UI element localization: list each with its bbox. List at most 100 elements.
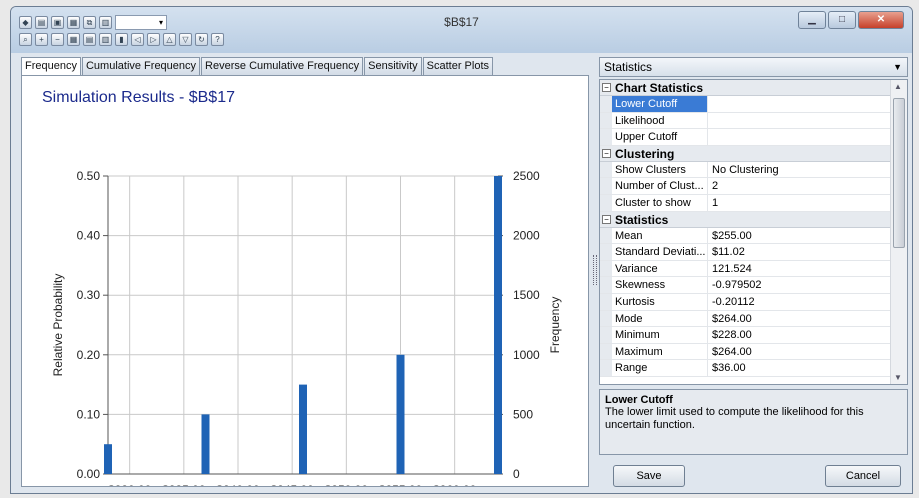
description-title: Lower Cutoff xyxy=(605,394,673,406)
property-row[interactable]: Minimum $228.00 xyxy=(600,327,890,344)
tab-sensitivity[interactable]: Sensitivity xyxy=(364,57,422,75)
property-value[interactable]: $264.00 xyxy=(708,344,752,360)
property-description: Lower Cutoff The lower limit used to com… xyxy=(599,389,908,455)
property-row[interactable]: Maximum $264.00 xyxy=(600,343,890,361)
tab-cumulative-frequency[interactable]: Cumulative Frequency xyxy=(81,57,201,75)
property-grid-scrollbar[interactable]: ▲ ▼ xyxy=(890,80,907,384)
row-gutter xyxy=(600,293,612,310)
row-gutter xyxy=(600,112,612,129)
collapse-icon[interactable]: − xyxy=(602,214,611,224)
columns-icon[interactable]: ▮ xyxy=(115,33,128,46)
statistics-header-label: Statistics xyxy=(604,60,653,74)
property-value[interactable]: $36.00 xyxy=(708,360,746,376)
property-name: Range xyxy=(612,360,708,376)
arrow-right-icon[interactable]: ▷ xyxy=(147,33,160,46)
help-icon[interactable]: ? xyxy=(211,33,224,46)
property-value[interactable]: -0.979502 xyxy=(708,277,762,293)
row-gutter xyxy=(600,244,612,260)
rotate-icon[interactable]: ↻ xyxy=(195,33,208,46)
arrow-down-icon[interactable]: ▽ xyxy=(179,33,192,46)
property-value[interactable] xyxy=(708,129,712,145)
x-tick-label: $260.00 xyxy=(433,483,477,486)
zoom-out-icon[interactable]: − xyxy=(51,33,64,46)
property-row[interactable]: Range $36.00 xyxy=(600,360,890,377)
y2-tick-label: 2500 xyxy=(513,169,540,183)
y-tick-label: 0.40 xyxy=(77,229,101,243)
table-icon[interactable]: ▤ xyxy=(83,33,96,46)
close-button[interactable]: ✕ xyxy=(858,11,904,29)
collapse-icon[interactable]: − xyxy=(602,83,611,92)
y2-tick-label: 1500 xyxy=(513,288,540,302)
tab-scatter-plots[interactable]: Scatter Plots xyxy=(422,57,494,75)
panel-splitter[interactable] xyxy=(593,255,597,285)
collapse-icon[interactable]: − xyxy=(602,148,611,158)
arrow-left-icon[interactable]: ◁ xyxy=(131,33,144,46)
y2-axis-label: Frequency xyxy=(548,297,562,354)
y-axis-label: Relative Probability xyxy=(51,274,65,377)
property-row[interactable]: Upper Cutoff xyxy=(600,129,890,146)
property-value[interactable]: -0.20112 xyxy=(708,294,755,310)
y-tick-label: 0.10 xyxy=(77,407,101,421)
maximize-button[interactable]: □ xyxy=(828,11,856,29)
grid-icon[interactable]: ▦ xyxy=(67,33,80,46)
open-icon[interactable]: ▤ xyxy=(35,16,48,29)
property-category[interactable]: − Statistics xyxy=(600,211,890,228)
zoom-in-icon[interactable]: + xyxy=(35,33,48,46)
statistics-view-select[interactable]: Statistics ▼ xyxy=(599,57,908,77)
chart-tabs: Frequency Cumulative Frequency Reverse C… xyxy=(21,57,494,76)
cancel-button[interactable]: Cancel xyxy=(825,465,901,487)
row-gutter xyxy=(600,277,612,293)
y-tick-label: 0.30 xyxy=(77,288,101,302)
property-name: Cluster to show xyxy=(612,194,708,211)
statistics-panel: Statistics ▼ − Chart Statistics Lower Cuto… xyxy=(599,55,908,491)
property-row[interactable]: Variance 121.524 xyxy=(600,260,890,278)
property-value[interactable] xyxy=(708,113,712,129)
property-value[interactable] xyxy=(708,96,712,112)
property-value[interactable]: 1 xyxy=(708,195,718,211)
x-tick-label: $250.00 xyxy=(325,483,369,486)
property-value[interactable]: 121.524 xyxy=(708,261,752,277)
bars-icon[interactable]: ▥ xyxy=(99,33,112,46)
row-gutter xyxy=(600,129,612,145)
property-value[interactable]: 2 xyxy=(708,178,718,194)
chart-icon[interactable]: ▥ xyxy=(99,16,112,29)
property-row[interactable]: Number of Clust... 2 xyxy=(600,178,890,195)
property-row[interactable]: Cluster to show 1 xyxy=(600,194,890,212)
property-name: Kurtosis xyxy=(612,293,708,310)
property-value[interactable]: $264.00 xyxy=(708,311,752,327)
copy-icon[interactable]: ⧉ xyxy=(83,16,96,29)
tab-reverse-cumulative-frequency[interactable]: Reverse Cumulative Frequency xyxy=(201,57,364,75)
toolbar-row-2: ⌕ + − ▦ ▤ ▥ ▮ ◁ ▷ △ ▽ ↻ ? xyxy=(19,33,224,46)
property-row[interactable]: Lower Cutoff xyxy=(600,96,890,113)
scrollbar-thumb[interactable] xyxy=(893,98,905,248)
property-category-label: Clustering xyxy=(615,146,675,161)
row-gutter xyxy=(600,96,612,112)
scroll-down-icon[interactable]: ▼ xyxy=(894,373,902,382)
property-row[interactable]: Mode $264.00 xyxy=(600,310,890,328)
property-name: Skewness xyxy=(612,277,708,293)
property-row[interactable]: Show Clusters No Clustering xyxy=(600,161,890,179)
property-row[interactable]: Kurtosis -0.20112 xyxy=(600,293,890,311)
print-icon[interactable]: ▦ xyxy=(67,16,80,29)
row-gutter xyxy=(600,161,612,178)
zoom-fit-icon[interactable]: ⌕ xyxy=(19,33,32,46)
property-value[interactable]: $255.00 xyxy=(708,228,752,244)
scroll-up-icon[interactable]: ▲ xyxy=(894,82,902,91)
arrow-up-icon[interactable]: △ xyxy=(163,33,176,46)
save-icon[interactable]: ▣ xyxy=(51,16,64,29)
property-row[interactable]: Standard Deviati... $11.02 xyxy=(600,244,890,261)
property-value[interactable]: No Clustering xyxy=(708,162,779,178)
chart-panel: Frequency Cumulative Frequency Reverse C… xyxy=(17,55,591,491)
property-category[interactable]: − Chart Statistics xyxy=(600,80,890,96)
minimize-button[interactable]: ▁ xyxy=(798,11,826,29)
property-value[interactable]: $11.02 xyxy=(708,244,745,260)
property-row[interactable]: Mean $255.00 xyxy=(600,227,890,245)
property-category[interactable]: − Clustering xyxy=(600,145,890,162)
save-button[interactable]: Save xyxy=(613,465,685,487)
property-row[interactable]: Likelihood xyxy=(600,112,890,130)
property-value[interactable]: $228.00 xyxy=(708,327,752,343)
property-category-label: Chart Statistics xyxy=(615,81,704,95)
tab-frequency[interactable]: Frequency xyxy=(21,57,81,76)
property-row[interactable]: Skewness -0.979502 xyxy=(600,277,890,294)
toolbar-combo[interactable]: ▾ xyxy=(115,15,167,30)
